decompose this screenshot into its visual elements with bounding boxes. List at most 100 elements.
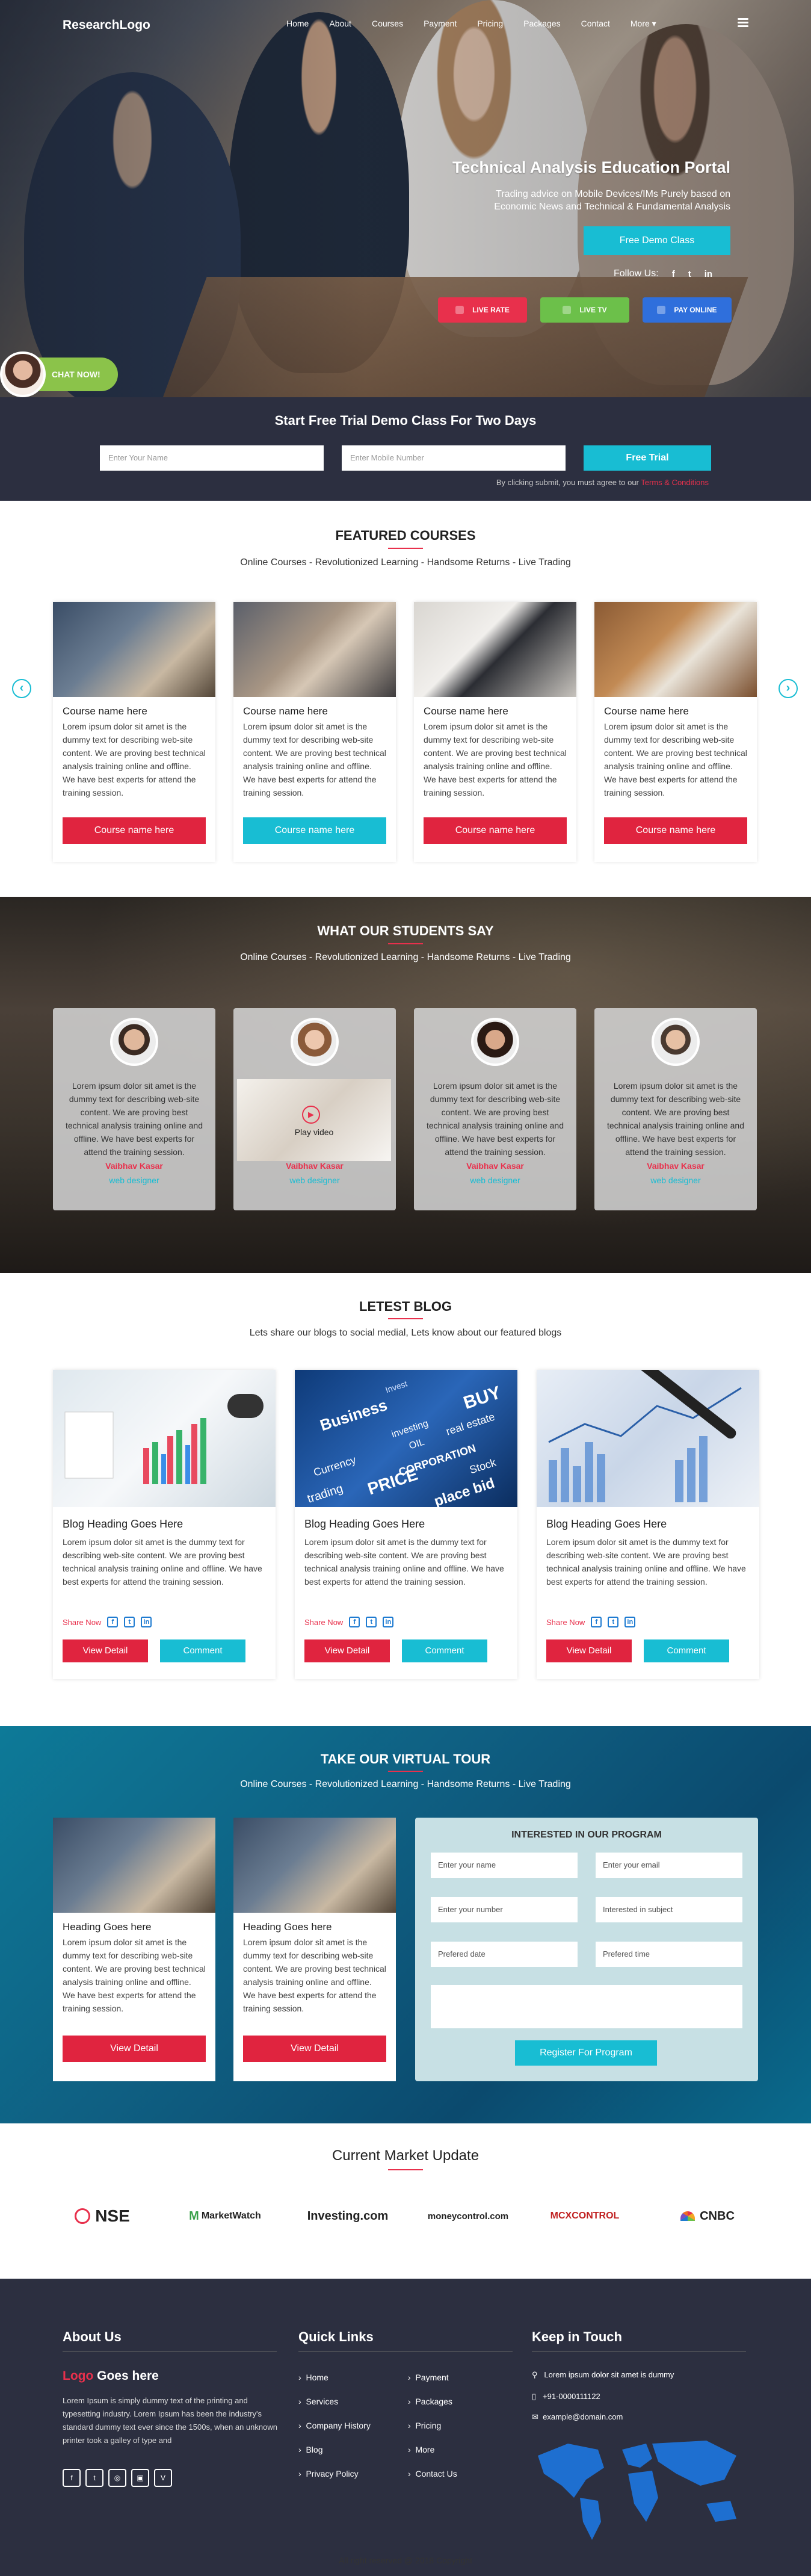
student-name: Vaibhav Kasar xyxy=(286,1161,344,1171)
dribbble-icon[interactable]: ◎ xyxy=(108,2469,126,2487)
twitter-icon[interactable]: t xyxy=(608,1617,619,1627)
view-detail-button[interactable]: View Detail xyxy=(63,1639,148,1662)
avatar xyxy=(471,1018,519,1066)
facebook-icon[interactable]: f xyxy=(672,269,675,279)
investing-logo[interactable]: Investing.com xyxy=(298,2187,397,2245)
hamburger-menu-icon[interactable] xyxy=(738,16,748,28)
courses-subtitle: Online Courses - Revolutionized Learning… xyxy=(240,557,571,568)
name-field[interactable]: Enter your name xyxy=(431,1853,578,1878)
view-detail-button[interactable]: View Detail xyxy=(546,1639,632,1662)
date-field[interactable]: Prefered date xyxy=(431,1942,578,1967)
mcxcontrol-logo[interactable]: MCXCONTROL xyxy=(535,2187,634,2245)
nav-about[interactable]: About xyxy=(329,19,351,29)
footer-link-more[interactable]: › More xyxy=(408,2445,434,2454)
course-button[interactable]: Course name here xyxy=(604,817,747,844)
facebook-icon[interactable]: f xyxy=(349,1617,360,1627)
mobile-input[interactable]: Enter Mobile Number xyxy=(342,445,566,471)
nav-payment[interactable]: Payment xyxy=(424,19,457,29)
footer-email[interactable]: ✉ example@domain.com xyxy=(532,2412,623,2422)
blog-text: Lorem ipsum dolor sit amet is the dummy … xyxy=(546,1537,746,1587)
nav-courses[interactable]: Courses xyxy=(372,19,403,29)
linkedin-icon[interactable]: in xyxy=(383,1617,394,1627)
course-button[interactable]: Course name here xyxy=(243,817,386,844)
tv-icon xyxy=(563,306,572,314)
tour-image xyxy=(53,1818,215,1913)
facebook-icon[interactable]: f xyxy=(591,1617,602,1627)
footer-link-packages[interactable]: › Packages xyxy=(408,2397,452,2406)
mail-icon: ✉ xyxy=(532,2412,538,2421)
subject-field[interactable]: Interested in subject xyxy=(596,1897,742,1922)
nav-more[interactable]: More ▾ xyxy=(631,19,656,29)
student-name: Vaibhav Kasar xyxy=(466,1161,524,1171)
chat-now-widget[interactable]: CHAT NOW! xyxy=(0,351,118,397)
site-logo[interactable]: ResearchLogo xyxy=(63,18,150,33)
blog-title: LETEST BLOG xyxy=(359,1299,452,1314)
footer-link-payment[interactable]: › Payment xyxy=(408,2373,449,2382)
free-demo-button[interactable]: Free Demo Class xyxy=(584,226,730,255)
course-image-meeting xyxy=(233,602,396,697)
nse-logo[interactable]: NSE xyxy=(53,2187,152,2245)
footer-link-home[interactable]: › Home xyxy=(298,2373,328,2382)
carousel-next-arrow[interactable]: › xyxy=(779,679,798,698)
message-field[interactable] xyxy=(431,1985,742,2028)
course-name: Course name here xyxy=(63,705,147,717)
blog-heading: Blog Heading Goes Here xyxy=(546,1518,667,1530)
live-tv-button[interactable]: LIVE TV xyxy=(540,297,629,323)
terms-link[interactable]: Terms & Conditions xyxy=(641,478,709,487)
main-menu: Home About Courses Payment Pricing Packa… xyxy=(286,19,677,29)
comment-button[interactable]: Comment xyxy=(402,1639,487,1662)
footer-link-services[interactable]: › Services xyxy=(298,2397,338,2406)
pay-online-button[interactable]: PAY ONLINE xyxy=(643,297,732,323)
footer-logo: Logo Goes here xyxy=(63,2369,159,2383)
vimeo-icon[interactable]: V xyxy=(154,2469,172,2487)
footer-link-privacy[interactable]: › Privacy Policy xyxy=(298,2469,359,2478)
nav-home[interactable]: Home xyxy=(286,19,309,29)
footer-link-contact[interactable]: › Contact Us xyxy=(408,2469,457,2478)
courses-title: FEATURED COURSES xyxy=(335,528,476,543)
footer-link-blog[interactable]: › Blog xyxy=(298,2445,322,2454)
follow-label: Follow Us: xyxy=(614,268,659,279)
nav-packages[interactable]: Packages xyxy=(523,19,560,29)
view-detail-button[interactable]: View Detail xyxy=(304,1639,390,1662)
market-title: Current Market Update xyxy=(331,2147,480,2164)
email-field[interactable]: Enter your email xyxy=(596,1853,742,1878)
moneycontrol-logo[interactable]: moneycontrol.com xyxy=(419,2187,517,2245)
facebook-icon[interactable]: f xyxy=(63,2469,81,2487)
course-button[interactable]: Course name here xyxy=(424,817,567,844)
register-button[interactable]: Register For Program xyxy=(515,2040,657,2066)
twitter-icon[interactable]: t xyxy=(124,1617,135,1627)
course-name: Course name here xyxy=(424,705,508,717)
twitter-icon[interactable]: t xyxy=(366,1617,377,1627)
live-rate-button[interactable]: LIVE RATE xyxy=(438,297,527,323)
facebook-icon[interactable]: f xyxy=(107,1617,119,1627)
blog-subtitle: Lets share our blogs to social medial, L… xyxy=(249,1328,562,1338)
course-button[interactable]: Course name here xyxy=(63,817,206,844)
free-trial-button[interactable]: Free Trial xyxy=(584,445,711,471)
comment-button[interactable]: Comment xyxy=(644,1639,729,1662)
cnbc-logo[interactable]: CNBC xyxy=(658,2187,757,2245)
nav-pricing[interactable]: Pricing xyxy=(477,19,503,29)
footer-link-pricing[interactable]: › Pricing xyxy=(408,2421,441,2430)
marketwatch-logo[interactable]: M MarketWatch xyxy=(176,2187,274,2245)
nav-contact[interactable]: Contact xyxy=(581,19,610,29)
title-underline xyxy=(388,943,423,944)
view-detail-button[interactable]: View Detail xyxy=(243,2036,386,2062)
view-detail-button[interactable]: View Detail xyxy=(63,2036,206,2062)
twitter-icon[interactable]: t xyxy=(85,2469,103,2487)
linkedin-icon[interactable]: in xyxy=(141,1617,152,1627)
linkedin-icon[interactable]: in xyxy=(705,269,712,279)
comment-button[interactable]: Comment xyxy=(160,1639,245,1662)
course-card: Course name here Lorem ipsum dolor sit a… xyxy=(53,602,215,862)
play-icon[interactable]: ▶ xyxy=(302,1106,320,1124)
number-field[interactable]: Enter your number xyxy=(431,1897,578,1922)
footer-link-history[interactable]: › Company History xyxy=(298,2421,371,2430)
video-thumbnail[interactable]: ▶ Play video xyxy=(237,1079,391,1161)
time-field[interactable]: Prefered time xyxy=(596,1942,742,1967)
twitter-icon[interactable]: t xyxy=(688,269,691,279)
course-description: Lorem ipsum dolor sit amet is the dummy … xyxy=(63,722,206,797)
tour-image xyxy=(233,1818,396,1913)
name-input[interactable]: Enter Your Name xyxy=(100,445,324,471)
carousel-prev-arrow[interactable]: ‹ xyxy=(12,679,31,698)
instagram-icon[interactable]: ▣ xyxy=(131,2469,149,2487)
linkedin-icon[interactable]: in xyxy=(624,1617,636,1627)
